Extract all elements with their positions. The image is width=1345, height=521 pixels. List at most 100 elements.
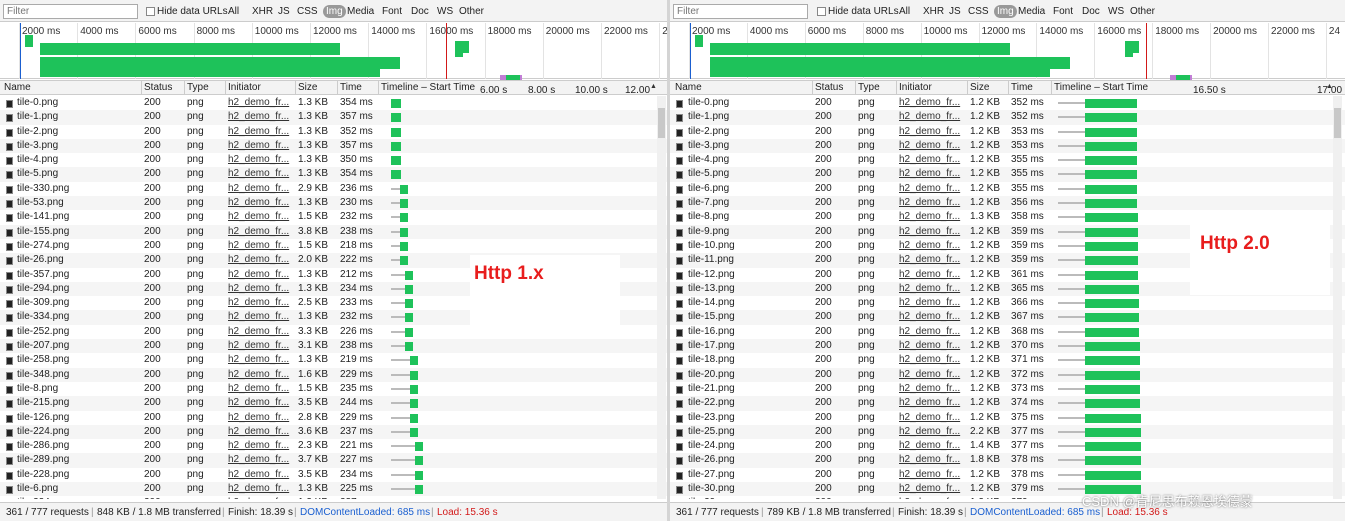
cell-name[interactable]: tile-258.png — [17, 353, 139, 367]
cell-initiator[interactable]: h2_demo_fr... — [228, 382, 294, 396]
cell-initiator[interactable]: h2_demo_fr... — [899, 325, 965, 339]
cell-initiator[interactable]: h2_demo_fr... — [899, 210, 965, 224]
sort-ascending-icon[interactable]: ▲ — [1326, 83, 1333, 90]
cell-name[interactable]: tile-29.png — [688, 496, 810, 499]
cell-initiator[interactable]: h2_demo_fr... — [228, 439, 294, 453]
table-row[interactable]: tile-2.png 200 png h2_demo_fr... 1.2 KB 353 m… — [670, 124, 1345, 139]
cell-initiator[interactable]: h2_demo_fr... — [228, 368, 294, 382]
cell-name[interactable]: tile-9.png — [688, 225, 810, 239]
cell-initiator[interactable]: h2_demo_fr... — [228, 167, 294, 181]
filter-type-img[interactable]: Img — [323, 5, 346, 18]
sort-ascending-icon[interactable]: ▲ — [650, 83, 657, 90]
cell-initiator[interactable]: h2_demo_fr... — [228, 182, 294, 196]
cell-name[interactable]: tile-7.png — [688, 196, 810, 210]
cell-name[interactable]: tile-25.png — [688, 425, 810, 439]
cell-name[interactable]: tile-294.png — [17, 282, 139, 296]
table-row[interactable]: tile-155.png 200 png h2_demo_fr... 3.8 KB 238… — [0, 224, 667, 239]
filter-type-img[interactable]: Img — [994, 5, 1017, 18]
column-separator[interactable] — [855, 81, 856, 95]
filter-type-js[interactable]: JS — [949, 6, 961, 17]
table-row[interactable]: tile-4.png 200 png h2_demo_fr... 1.3 KB 350 m… — [0, 153, 667, 168]
cell-name[interactable]: tile-274.png — [17, 239, 139, 253]
cell-name[interactable]: tile-5.png — [688, 167, 810, 181]
cell-name[interactable]: tile-21.png — [688, 382, 810, 396]
cell-name[interactable]: tile-15.png — [688, 310, 810, 324]
cell-initiator[interactable]: h2_demo_fr... — [899, 268, 965, 282]
filter-type-font[interactable]: Font — [382, 6, 402, 17]
table-row[interactable]: tile-1.png 200 png h2_demo_fr... 1.3 KB 357 m… — [0, 110, 667, 125]
column-separator[interactable] — [896, 81, 897, 95]
cell-initiator[interactable]: h2_demo_fr... — [228, 139, 294, 153]
cell-initiator[interactable]: h2_demo_fr... — [899, 382, 965, 396]
column-header-status[interactable]: Status — [815, 82, 843, 93]
cell-name[interactable]: tile-348.png — [17, 368, 139, 382]
cell-initiator[interactable]: h2_demo_fr... — [899, 153, 965, 167]
column-separator[interactable] — [378, 81, 379, 95]
cell-initiator[interactable]: h2_demo_fr... — [228, 253, 294, 267]
filter-type-ws[interactable]: WS — [437, 6, 453, 17]
cell-initiator[interactable]: h2_demo_fr... — [899, 482, 965, 496]
table-row[interactable]: tile-228.png 200 png h2_demo_fr... 3.5 KB 234… — [0, 467, 667, 483]
cell-initiator[interactable]: h2_demo_fr... — [899, 310, 965, 324]
cell-initiator[interactable]: h2_demo_fr... — [228, 396, 294, 410]
cell-name[interactable]: tile-12.png — [688, 268, 810, 282]
cell-name[interactable]: tile-309.png — [17, 296, 139, 310]
cell-initiator[interactable]: h2_demo_fr... — [228, 153, 294, 167]
table-row[interactable]: tile-0.png 200 png h2_demo_fr... 1.3 KB 354 m… — [0, 96, 667, 111]
table-row[interactable]: tile-27.png 200 png h2_demo_fr... 1.2 KB 378 … — [670, 467, 1345, 483]
cell-initiator[interactable]: h2_demo_fr... — [899, 411, 965, 425]
filter-type-css[interactable]: CSS — [968, 6, 989, 17]
cell-name[interactable]: tile-334.png — [17, 310, 139, 324]
filter-type-other[interactable]: Other — [1130, 6, 1155, 17]
cell-initiator[interactable]: h2_demo_fr... — [899, 439, 965, 453]
cell-name[interactable]: tile-224.png — [17, 425, 139, 439]
table-row[interactable]: tile-26.png 200 png h2_demo_fr... 1.8 KB 378 … — [670, 453, 1345, 468]
table-row[interactable]: tile-23.png 200 png h2_demo_fr... 1.2 KB 375 … — [670, 410, 1345, 425]
table-row[interactable]: tile-18.png 200 png h2_demo_fr... 1.2 KB 371 … — [670, 353, 1345, 368]
vertical-scrollbar[interactable] — [1333, 96, 1342, 499]
table-row[interactable]: tile-0.png 200 png h2_demo_fr... 1.2 KB 352 m… — [670, 96, 1345, 111]
cell-initiator[interactable]: h2_demo_fr... — [899, 196, 965, 210]
overview-timeline[interactable]: 2000 ms 4000 ms 6000 ms 8000 ms 10000 ms 1200… — [670, 23, 1345, 87]
column-separator[interactable] — [295, 81, 296, 95]
cell-name[interactable]: tile-141.png — [17, 210, 139, 224]
cell-name[interactable]: tile-8.png — [688, 210, 810, 224]
table-row[interactable]: tile-330.png 200 png h2_demo_fr... 2.9 KB 236… — [0, 181, 667, 197]
filter-type-css[interactable]: CSS — [297, 6, 318, 17]
table-row[interactable]: tile-6.png 200 png h2_demo_fr... 1.3 KB 225 m… — [0, 482, 667, 497]
cell-name[interactable]: tile-2.png — [688, 125, 810, 139]
table-row[interactable]: tile-14.png 200 png h2_demo_fr... 1.2 KB 366 … — [670, 296, 1345, 311]
table-row[interactable]: tile-20.png 200 png h2_demo_fr... 1.2 KB 372 … — [670, 367, 1345, 382]
table-row[interactable]: tile-7.png 200 png h2_demo_fr... 1.2 KB 356 m… — [670, 196, 1345, 211]
cell-name[interactable]: tile-207.png — [17, 339, 139, 353]
cell-initiator[interactable]: h2_demo_fr... — [228, 468, 294, 482]
cell-name[interactable]: tile-252.png — [17, 325, 139, 339]
column-separator[interactable] — [225, 81, 226, 95]
table-row[interactable]: tile-2.png 200 png h2_demo_fr... 1.3 KB 352 m… — [0, 124, 667, 139]
column-separator[interactable] — [1008, 81, 1009, 95]
cell-initiator[interactable]: h2_demo_fr... — [228, 353, 294, 367]
cell-initiator[interactable]: h2_demo_fr... — [899, 253, 965, 267]
column-header-name[interactable]: Name — [4, 82, 31, 93]
cell-initiator[interactable]: h2_demo_fr... — [899, 239, 965, 253]
filter-input[interactable] — [3, 4, 138, 19]
cell-initiator[interactable]: h2_demo_fr... — [899, 167, 965, 181]
table-row[interactable]: tile-5.png 200 png h2_demo_fr... 1.2 KB 355 m… — [670, 167, 1345, 182]
filter-input[interactable] — [673, 4, 808, 19]
cell-initiator[interactable]: h2_demo_fr... — [228, 282, 294, 296]
cell-name[interactable]: tile-2.png — [17, 125, 139, 139]
cell-initiator[interactable]: h2_demo_fr... — [228, 453, 294, 467]
column-separator[interactable] — [812, 81, 813, 95]
column-header-timeline[interactable]: Timeline – Start Time — [381, 82, 475, 93]
cell-name[interactable]: tile-4.png — [688, 153, 810, 167]
column-header-status[interactable]: Status — [144, 82, 172, 93]
cell-name[interactable]: tile-30.png — [688, 482, 810, 496]
table-row[interactable]: tile-289.png 200 png h2_demo_fr... 3.7 KB 227… — [0, 453, 667, 468]
cell-initiator[interactable]: h2_demo_fr... — [228, 210, 294, 224]
cell-initiator[interactable]: h2_demo_fr... — [899, 453, 965, 467]
cell-name[interactable]: tile-1.png — [688, 110, 810, 124]
cell-initiator[interactable]: h2_demo_fr... — [228, 296, 294, 310]
cell-name[interactable]: tile-14.png — [688, 296, 810, 310]
cell-name[interactable]: tile-3.png — [17, 139, 139, 153]
filter-type-doc[interactable]: Doc — [1082, 6, 1100, 17]
